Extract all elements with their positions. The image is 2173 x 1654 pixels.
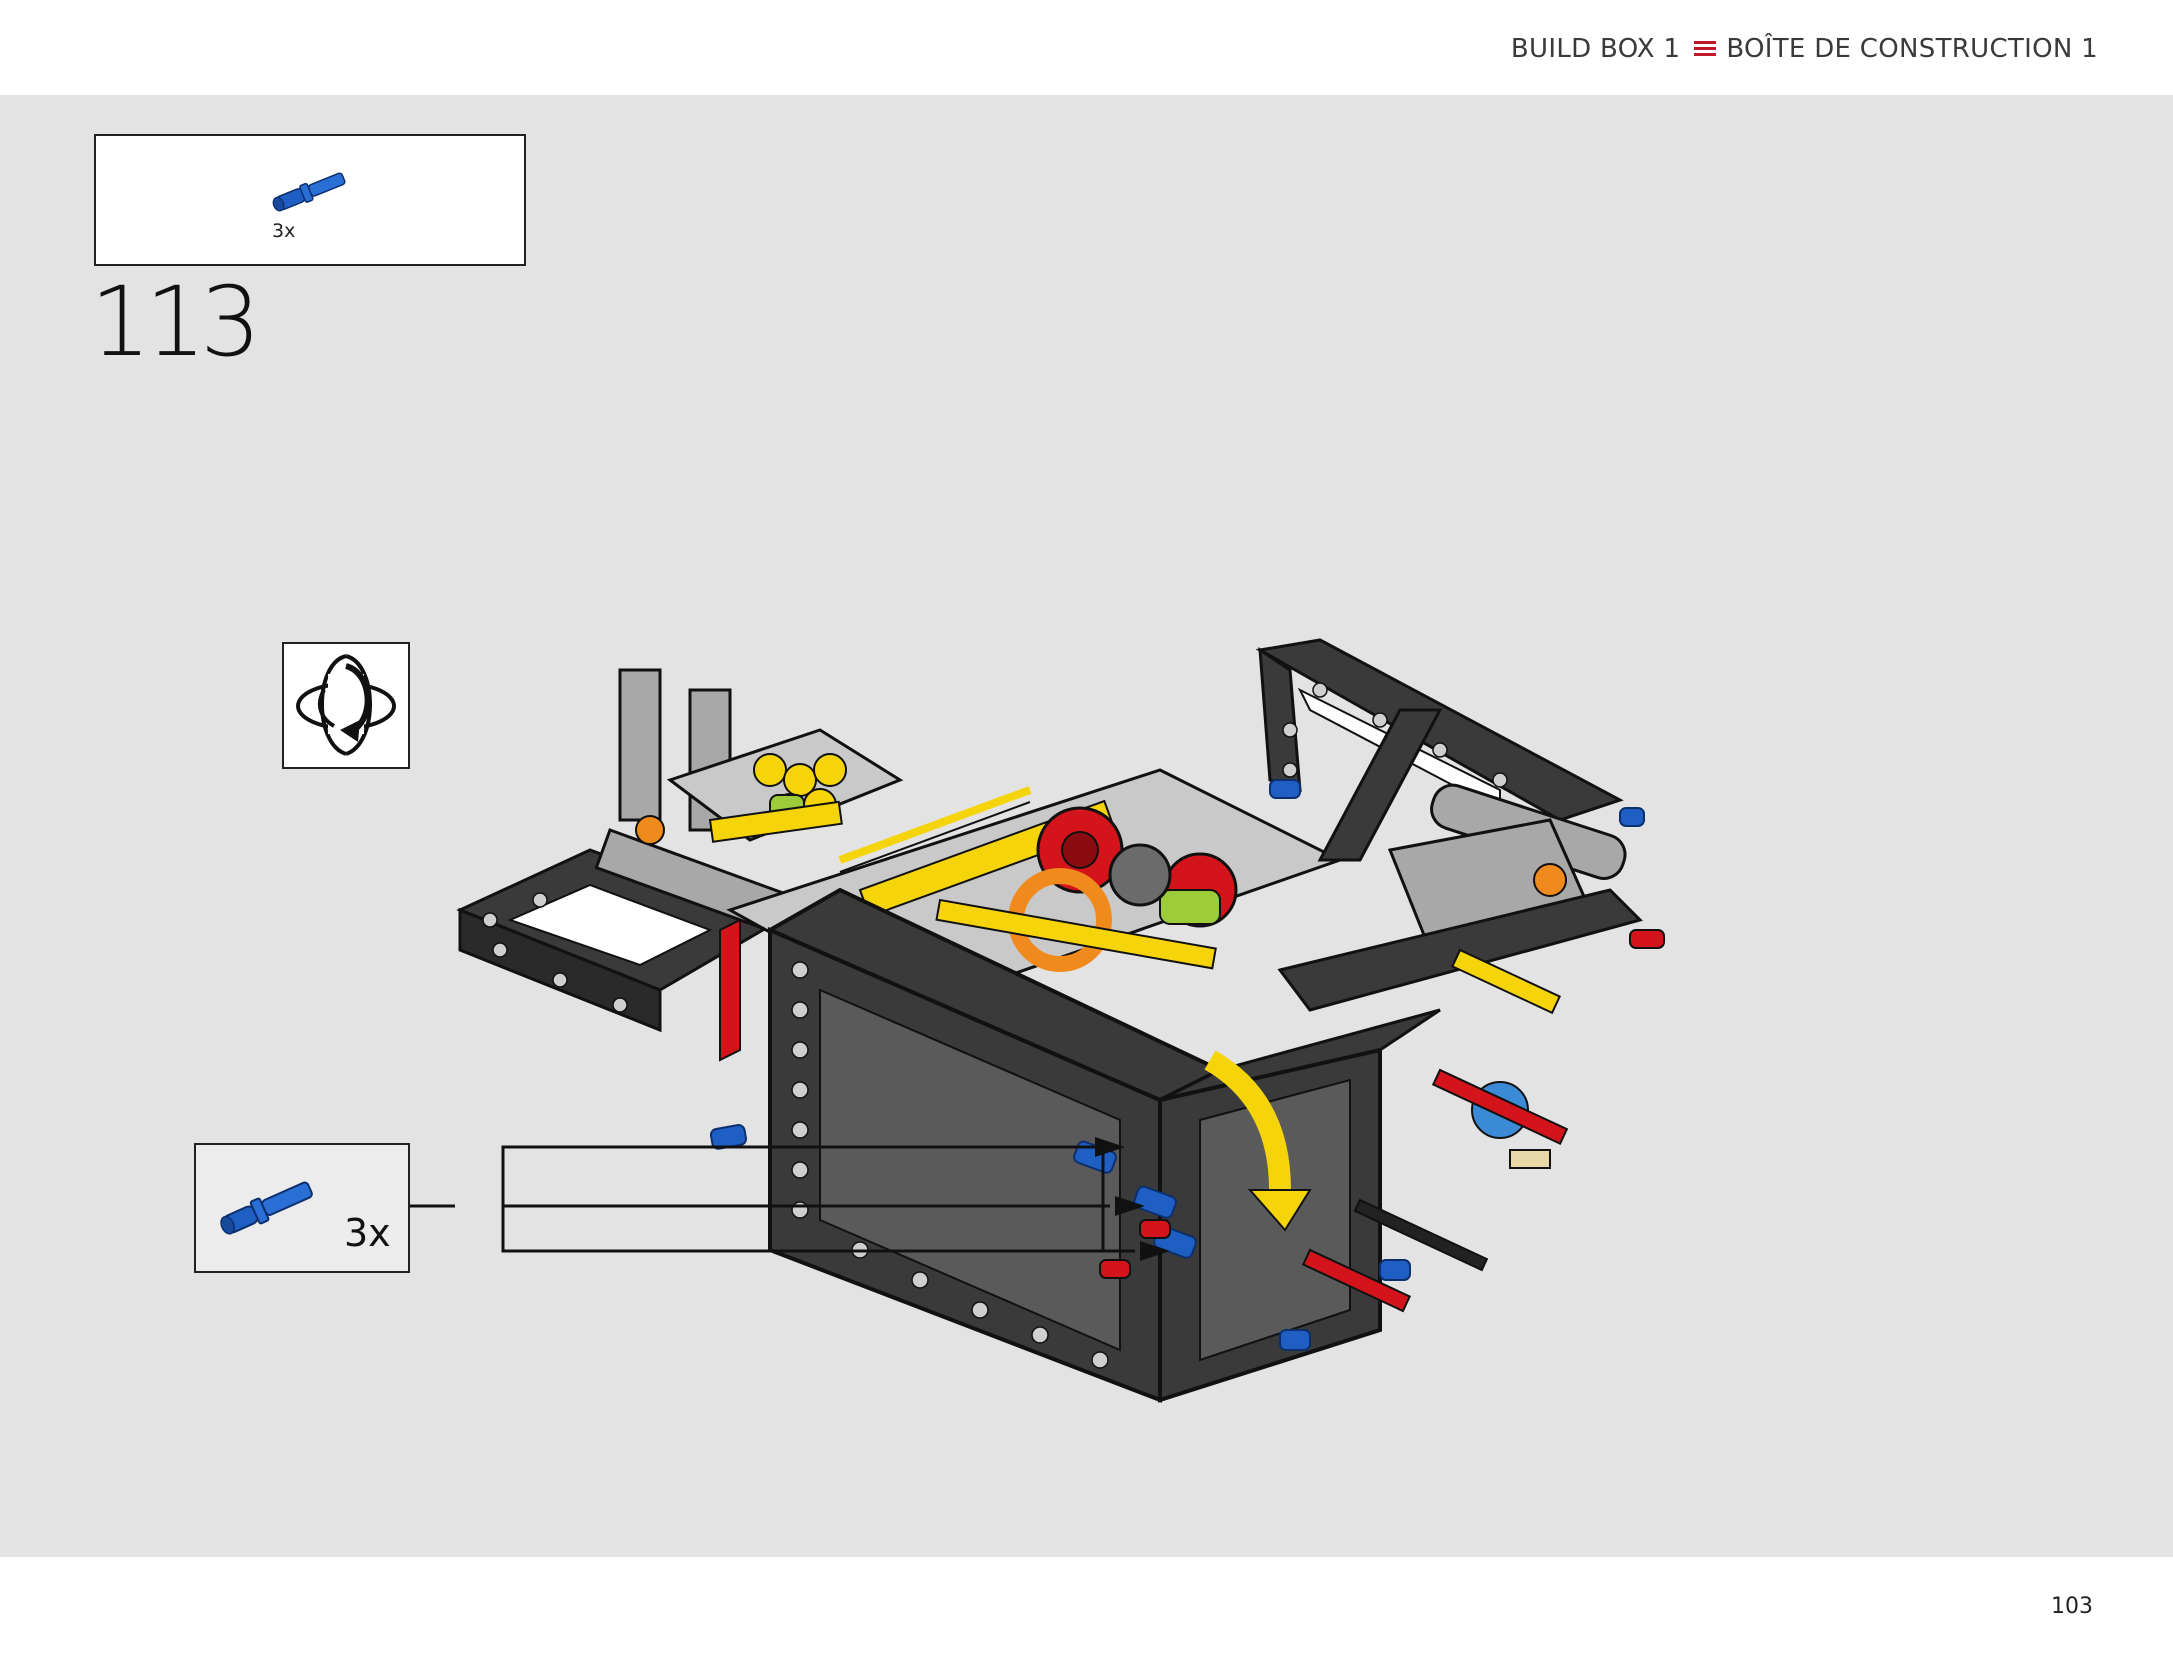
rotate-model-icon — [296, 654, 396, 756]
rotate-model-box — [282, 642, 410, 769]
blue-axle-pin-icon — [272, 172, 346, 212]
page-footer — [0, 1557, 2173, 1654]
page-header: BUILD BOX 1 BOÎTE DE CONSTRUCTION 1 — [0, 0, 2173, 95]
parts-list-box: 3x — [94, 134, 526, 266]
page-number: 103 — [2051, 1594, 2093, 1619]
callout-parts-box: 3x — [194, 1143, 410, 1273]
parts-quantity: 3x — [272, 220, 296, 242]
step-number: 113 — [90, 266, 261, 378]
menu-lines-icon — [1694, 41, 1717, 57]
header-title-en: BUILD BOX 1 — [1510, 34, 1681, 64]
model-illustration — [440, 630, 1720, 1410]
header-title: BUILD BOX 1 BOÎTE DE CONSTRUCTION 1 — [1511, 34, 2098, 64]
callout-quantity: 3x — [344, 1211, 391, 1255]
header-title-fr: BOÎTE DE CONSTRUCTION 1 — [1726, 34, 2098, 64]
blue-axle-pin-icon — [220, 1181, 313, 1235]
